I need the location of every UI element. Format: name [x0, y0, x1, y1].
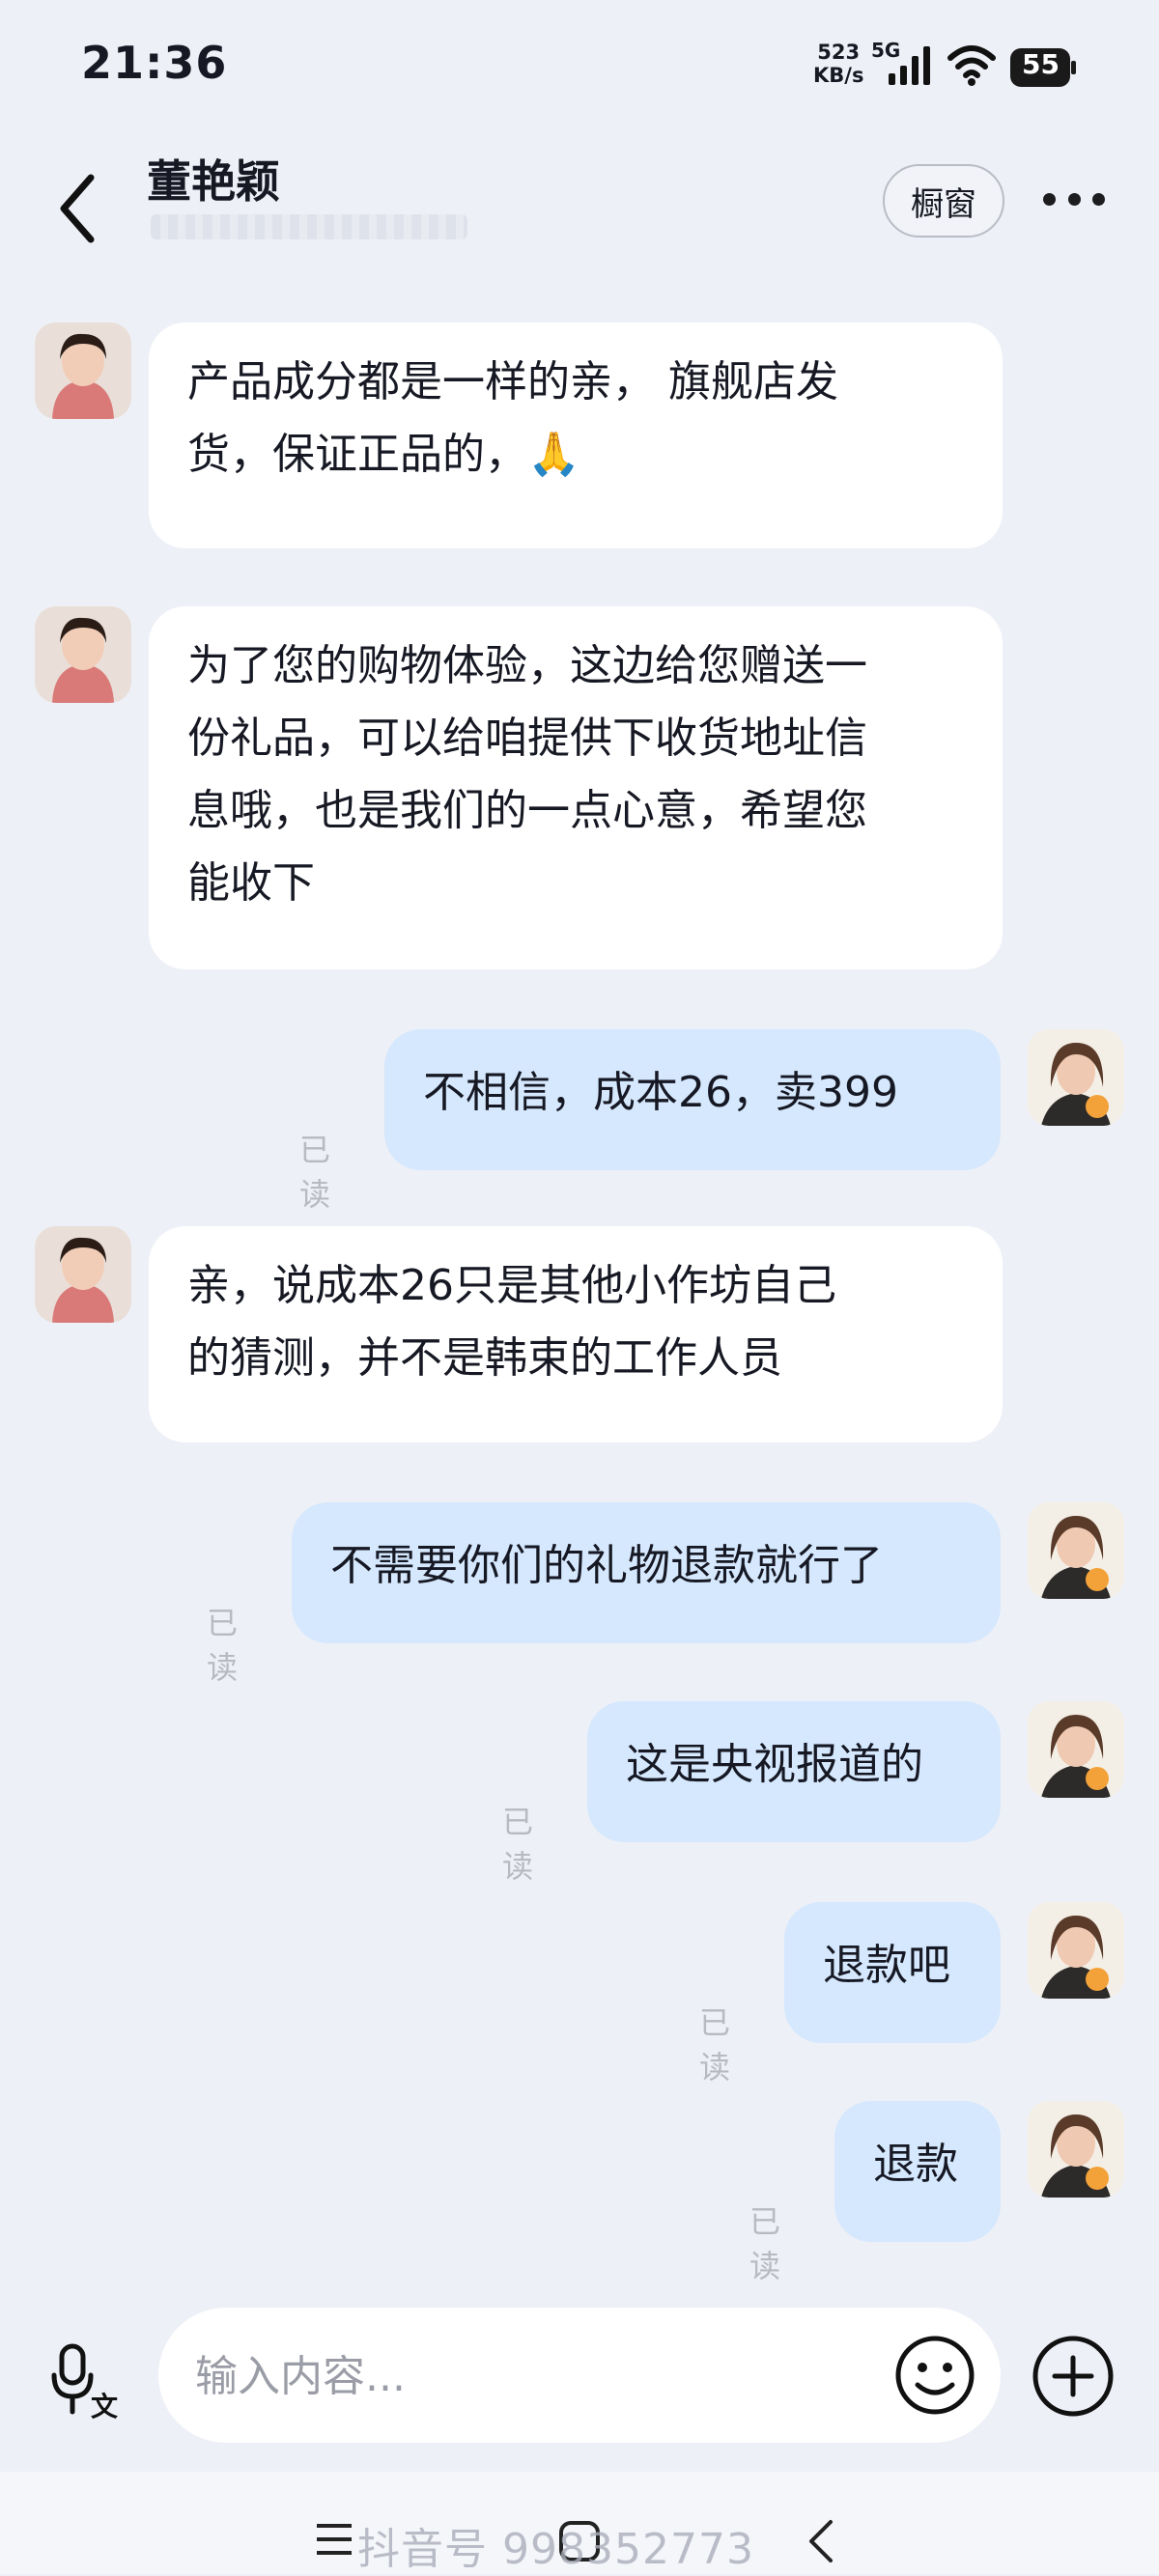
- voice-text-icon[interactable]: 文: [48, 2342, 126, 2420]
- back-nav-icon[interactable]: [806, 2518, 834, 2564]
- contact-avatar[interactable]: [35, 1226, 131, 1323]
- message-text-line: 为了您的购物体验，这边给您赠送一: [187, 641, 867, 690]
- message-text-line: 份礼品，可以给咱提供下收货地址信: [187, 714, 867, 763]
- menu-icon[interactable]: [315, 2520, 353, 2559]
- watermark: 抖音号 998352773: [357, 2525, 754, 2574]
- contact-name: 董艳颖: [147, 155, 280, 208]
- message-text-line: 的猜测，并不是韩束的工作人员: [187, 1333, 782, 1383]
- user-avatar[interactable]: [1028, 1502, 1124, 1599]
- message-bubble[interactable]: 产品成分都是一样的亲， 旗舰店发 货，保证正品的，🙏: [149, 322, 1003, 548]
- more-dots-icon[interactable]: [1043, 182, 1105, 216]
- status-time: 21:36: [81, 37, 228, 89]
- plus-circle-icon[interactable]: [1032, 2335, 1115, 2418]
- chevron-left-icon[interactable]: [54, 170, 102, 247]
- network-speed-value: 523: [817, 41, 861, 64]
- message-bubble[interactable]: 退款: [834, 2101, 1001, 2242]
- user-avatar-image: [1028, 1902, 1124, 1999]
- message-text-line: 能收下: [187, 858, 315, 908]
- contact-avatar-image: [35, 1226, 131, 1323]
- system-nav-bar: 抖音号 998352773: [0, 2472, 1159, 2574]
- message-bubble[interactable]: 不需要你们的礼物退款就行了: [292, 1502, 1001, 1643]
- contact-subtitle-blurred: [151, 214, 467, 239]
- message-bubble[interactable]: 退款吧: [784, 1902, 1001, 2043]
- contact-avatar[interactable]: [35, 606, 131, 703]
- contact-avatar-image: [35, 322, 131, 419]
- input-bar: 文: [0, 2298, 1159, 2443]
- read-status: 已读: [207, 1605, 239, 1686]
- battery-level: 55: [1022, 48, 1060, 80]
- contact-avatar[interactable]: [35, 322, 131, 419]
- message-bubble[interactable]: 不相信，成本26，卖399: [384, 1029, 1001, 1170]
- message-text-line: 货，保证正品的，🙏: [187, 430, 580, 479]
- message-bubble[interactable]: 亲，说成本26只是其他小作坊自己 的猜测，并不是韩束的工作人员: [149, 1226, 1003, 1442]
- read-status: 已读: [749, 2203, 781, 2284]
- message-text-line: 亲，说成本26只是其他小作坊自己: [187, 1261, 836, 1310]
- message-text-line: 息哦，也是我们的一点心意，希望您: [187, 786, 867, 835]
- network-speed: 523 KB/s: [813, 41, 863, 87]
- user-avatar[interactable]: [1028, 1029, 1124, 1126]
- emoji-icon[interactable]: [894, 2335, 975, 2416]
- user-avatar[interactable]: [1028, 1902, 1124, 1999]
- chat-header: 董艳颖 橱窗: [0, 135, 1159, 290]
- shop-window-button[interactable]: 橱窗: [883, 164, 1004, 238]
- user-avatar-image: [1028, 2101, 1124, 2198]
- message-input[interactable]: [193, 2340, 834, 2412]
- status-bar: 21:36 523 KB/s 5G 55: [0, 0, 1159, 135]
- user-avatar-image: [1028, 1502, 1124, 1599]
- network-speed-unit: KB/s: [813, 64, 864, 87]
- svg-text:文: 文: [91, 2391, 118, 2420]
- message-bubble[interactable]: 这是央视报道的: [587, 1701, 1001, 1842]
- message-bubble[interactable]: 为了您的购物体验，这边给您赠送一 份礼品，可以给咱提供下收货地址信 息哦，也是我…: [149, 606, 1003, 969]
- read-status: 已读: [502, 1804, 534, 1885]
- read-status: 已读: [699, 2004, 731, 2086]
- wifi-icon: [947, 45, 996, 86]
- user-avatar[interactable]: [1028, 2101, 1124, 2198]
- read-status: 已读: [299, 1132, 331, 1213]
- message-text-line: 产品成分都是一样的亲， 旗舰店发: [187, 357, 838, 406]
- user-avatar[interactable]: [1028, 1701, 1124, 1798]
- user-avatar-image: [1028, 1701, 1124, 1798]
- user-avatar-image: [1028, 1029, 1124, 1126]
- signal-icon: [889, 46, 930, 85]
- contact-avatar-image: [35, 606, 131, 703]
